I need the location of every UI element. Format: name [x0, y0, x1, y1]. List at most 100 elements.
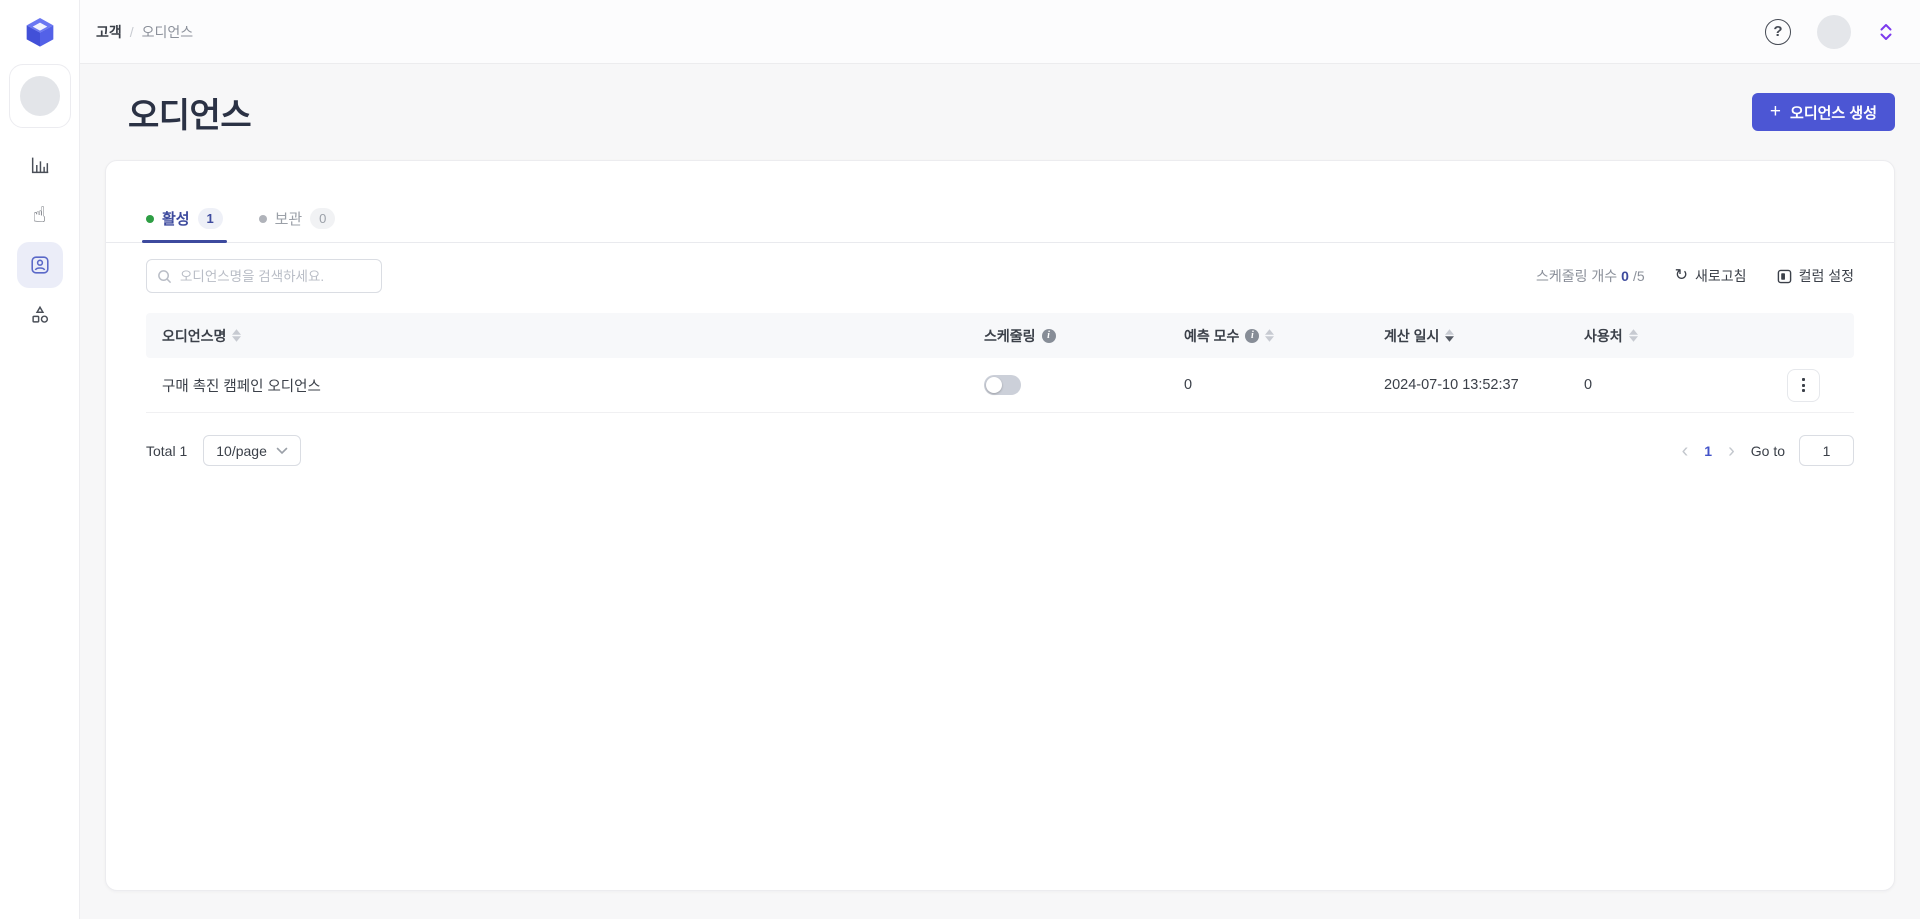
sidebar-item-actions[interactable]: ☝ — [17, 192, 63, 238]
audience-list-card: 활성 1 보관 0 오디언스명을 검색하세요. 스케줄링 개수 0 /5 ↻ 새… — [105, 160, 1895, 891]
topbar: 고객 / 오디언스 ? — [80, 0, 1920, 64]
sort-icon-predicted[interactable] — [1265, 329, 1275, 342]
column-header-usage-label: 사용처 — [1584, 327, 1623, 344]
table-row[interactable]: 구매 촉진 캠페인 오디언스 0 2024-07-10 13:52:37 0 — [146, 358, 1854, 413]
goto-page-input[interactable] — [1799, 435, 1854, 466]
shapes-icon — [31, 305, 48, 323]
calculated-datetime: 2024-07-10 13:52:37 — [1384, 377, 1519, 393]
search-box[interactable] — [146, 259, 382, 293]
total-count-label: Total 1 — [146, 442, 188, 459]
refresh-label: 새로고침 — [1695, 268, 1747, 284]
cell-usage: 0 — [1584, 377, 1734, 393]
brand-logo[interactable] — [18, 10, 62, 54]
cell-scheduling — [984, 375, 1184, 395]
audience-name-text: 구매 촉진 캠페인 오디언스 — [162, 378, 321, 395]
hand-pointer-icon: ☝ — [32, 202, 47, 227]
create-audience-label: 오디언스 생성 — [1790, 104, 1877, 122]
kebab-icon — [1802, 378, 1805, 381]
page-size-select[interactable]: 10/page — [203, 435, 301, 466]
breadcrumb-customer[interactable]: 고객 — [96, 22, 122, 42]
predicted-info-icon[interactable]: i — [1245, 328, 1260, 343]
column-header-name[interactable]: 오디언스명 — [146, 326, 984, 346]
column-header-name-label: 오디언스명 — [162, 327, 227, 344]
column-header-calculated[interactable]: 계산 일시 — [1384, 326, 1584, 346]
tab-active-label: 활성 — [162, 211, 190, 228]
app-root: ☝ 고객 / 오디언스 ? 오디언스 + 오디언스 생성 활성 1 보관 0 오… — [0, 0, 1920, 919]
cell-predicted: 0 — [1184, 377, 1384, 393]
column-settings-button[interactable]: 컬럼 설정 — [1777, 266, 1854, 286]
refresh-button[interactable]: ↻ 새로고침 — [1675, 266, 1747, 286]
workspace-switcher-button[interactable] — [1877, 22, 1895, 42]
tab-active[interactable]: 활성 1 — [142, 208, 227, 243]
toolbar-right: 스케줄링 개수 0/5 ↻ 새로고침 컬럼 설정 — [1536, 266, 1854, 286]
main-area: 고객 / 오디언스 ? 오디언스 + 오디언스 생성 활성 1 보관 0 오디언… — [80, 0, 1920, 919]
sidebar-item-analytics[interactable] — [17, 142, 63, 188]
help-icon[interactable]: ? — [1765, 18, 1791, 45]
goto-label: Go to — [1750, 442, 1785, 459]
predicted-value: 0 — [1184, 377, 1193, 393]
sort-icon-usage[interactable] — [1628, 329, 1638, 342]
column-header-predicted[interactable]: 예측 모수 i — [1184, 326, 1384, 346]
topbar-right: ? — [1765, 14, 1895, 49]
tab-bar: 활성 1 보관 0 — [106, 161, 1894, 243]
unfold-chevrons-icon — [1880, 23, 1892, 40]
search-input[interactable] — [180, 268, 371, 284]
breadcrumb-separator: / — [129, 23, 134, 40]
cell-calculated: 2024-07-10 13:52:37 — [1384, 377, 1584, 393]
current-page-button[interactable]: 1 — [1704, 443, 1712, 459]
page-content: 오디언스 + 오디언스 생성 활성 1 보관 0 오디언스명을 검색하세요. 스… — [80, 64, 1920, 919]
sidebar-nav: ☝ — [16, 142, 63, 338]
scheduling-count-label: 스케줄링 개수 — [1535, 268, 1618, 284]
search-icon — [158, 269, 172, 283]
sidebar-item-audience[interactable] — [16, 242, 63, 288]
scheduling-count: 스케줄링 개수 0/5 — [1536, 266, 1645, 286]
column-header-scheduling-label: 스케줄링 — [984, 327, 1036, 344]
cell-actions — [1734, 368, 1854, 402]
workspace-avatar — [19, 76, 60, 116]
usage-value: 0 — [1584, 377, 1593, 393]
pagination-right: ‹ 1 › Go to — [1680, 435, 1854, 466]
refresh-icon: ↻ — [1674, 267, 1689, 284]
toggle-knob — [986, 377, 1002, 393]
sort-icon-name[interactable] — [232, 329, 242, 342]
scheduling-total-value: /5 — [1632, 268, 1645, 284]
page-title: 오디언스 — [128, 96, 252, 135]
table-header-row: 오디언스명 스케줄링 i 예측 모수 i 계산 일시 사용처 — [146, 313, 1854, 358]
sort-icon-calculated-desc-active[interactable] — [1445, 329, 1455, 342]
chevron-down-icon — [276, 447, 288, 454]
workspace-card[interactable] — [8, 64, 71, 128]
create-audience-button[interactable]: + 오디언스 생성 — [1751, 93, 1895, 131]
sidebar: ☝ — [0, 0, 80, 919]
column-settings-icon — [1777, 269, 1791, 283]
list-toolbar: 스케줄링 개수 0/5 ↻ 새로고침 컬럼 설정 — [146, 259, 1854, 293]
prev-page-button[interactable]: ‹ — [1680, 441, 1691, 461]
page-header: 오디언스 + 오디언스 생성 — [105, 64, 1895, 160]
active-status-dot-icon — [146, 214, 154, 223]
plus-icon: + — [1769, 100, 1782, 122]
column-header-predicted-label: 예측 모수 — [1184, 327, 1240, 344]
archived-status-dot-icon — [258, 214, 267, 223]
column-header-usage[interactable]: 사용처 — [1584, 326, 1734, 346]
audience-card-icon — [30, 256, 49, 274]
tab-archived[interactable]: 보관 0 — [258, 208, 336, 242]
column-settings-label: 컬럼 설정 — [1798, 268, 1854, 284]
breadcrumb-audience[interactable]: 오디언스 — [142, 22, 194, 42]
tab-archived-count-badge: 0 — [310, 208, 336, 229]
next-page-button[interactable]: › — [1726, 441, 1737, 461]
page-size-value: 10/page — [216, 442, 267, 459]
row-menu-button[interactable] — [1787, 368, 1820, 402]
bar-chart-icon — [31, 157, 48, 174]
column-header-calculated-label: 계산 일시 — [1384, 327, 1440, 344]
sidebar-item-journey[interactable] — [17, 292, 63, 338]
cell-audience-name[interactable]: 구매 촉진 캠페인 오디언스 — [146, 375, 984, 396]
pagination-left: Total 1 10/page — [146, 435, 301, 466]
pagination: Total 1 10/page ‹ 1 › Go to — [146, 435, 1854, 466]
scheduling-info-icon[interactable]: i — [1041, 328, 1056, 343]
column-header-scheduling: 스케줄링 i — [984, 326, 1184, 346]
user-avatar[interactable] — [1817, 14, 1851, 49]
scheduling-toggle-off[interactable] — [984, 375, 1021, 395]
cube-logo-icon — [26, 18, 53, 47]
scheduling-used-value: 0 — [1621, 268, 1629, 284]
tab-active-count-badge: 1 — [197, 208, 223, 229]
breadcrumb: 고객 / 오디언스 — [96, 22, 193, 42]
